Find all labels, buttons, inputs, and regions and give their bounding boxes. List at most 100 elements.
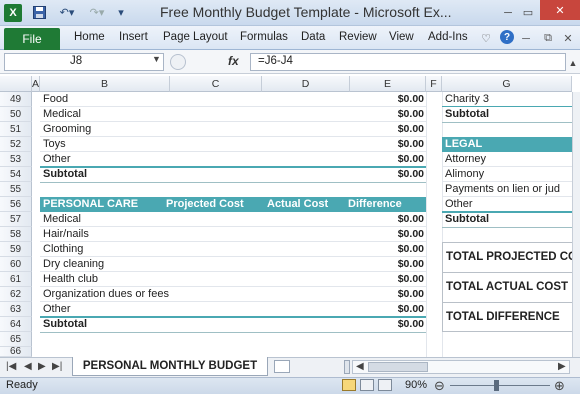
last-sheet-icon[interactable]: ▶| (52, 361, 62, 372)
pets-item-amount[interactable]: $0.00 (352, 92, 424, 107)
next-sheet-icon[interactable]: ▶ (38, 361, 46, 372)
undo-icon[interactable]: ↶▾ (54, 4, 80, 21)
personal-care-item-amount[interactable]: $0.00 (352, 227, 424, 242)
zoom-in-icon[interactable]: ⊕ (554, 378, 565, 394)
customize-qat-icon[interactable]: ▾ (114, 4, 128, 21)
tab-data[interactable]: Data (301, 31, 325, 43)
tab-formulas[interactable]: Formulas (240, 31, 288, 43)
row-header[interactable]: 59 (0, 242, 32, 257)
formula-bar-expand-icon[interactable]: ▲ (566, 54, 580, 71)
first-sheet-icon[interactable]: |◀ (6, 361, 16, 372)
tab-page-layout[interactable]: Page Layout (163, 31, 228, 43)
row-header[interactable]: 54 (0, 167, 32, 182)
minimize-icon[interactable]: ─ (498, 4, 518, 21)
scroll-left-icon[interactable]: ◀ (356, 361, 364, 372)
page-break-view-icon[interactable] (378, 379, 392, 391)
row-header[interactable]: 60 (0, 257, 32, 272)
column-header-e[interactable]: E (350, 76, 426, 92)
column-header-f[interactable]: F (426, 76, 442, 92)
column-header-d[interactable]: D (262, 76, 350, 92)
personal-care-item-amount[interactable]: $0.00 (352, 272, 424, 287)
vertical-scrollbar[interactable] (572, 92, 580, 357)
personal-care-subtotal-amount[interactable]: $0.00 (352, 317, 424, 332)
row-divider (40, 121, 426, 122)
row-header[interactable]: 64 (0, 317, 32, 332)
totals-divider (442, 302, 580, 303)
pets-subtotal-label: Subtotal (43, 168, 87, 180)
tab-add-ins[interactable]: Add-Ins (428, 31, 468, 43)
function-icon[interactable]: fx (228, 54, 239, 68)
pets-subtotal-amount[interactable]: $0.00 (352, 167, 424, 182)
row-divider (40, 286, 426, 287)
personal-care-item-amount[interactable]: $0.00 (352, 212, 424, 227)
normal-view-icon[interactable] (342, 379, 356, 391)
restore-icon[interactable]: ▭ (518, 4, 538, 21)
column-header-a[interactable]: A (32, 76, 40, 92)
pets-item-amount[interactable]: $0.00 (352, 137, 424, 152)
zoom-slider-track[interactable] (450, 385, 550, 386)
row-header[interactable]: 61 (0, 272, 32, 287)
formula-input[interactable] (250, 53, 566, 71)
total-projected-label: TOTAL PROJECTED CO (446, 251, 577, 263)
formula-expand-handle[interactable] (170, 54, 186, 70)
prev-sheet-icon[interactable]: ◀ (24, 361, 32, 372)
pets-item-amount[interactable]: $0.00 (352, 107, 424, 122)
pets-item-amount[interactable]: $0.00 (352, 152, 424, 167)
row-header[interactable]: 51 (0, 122, 32, 137)
close-icon[interactable]: ✕ (540, 0, 580, 20)
help-icon[interactable]: ? (500, 30, 514, 44)
row-header[interactable]: 50 (0, 107, 32, 122)
column-header-g[interactable]: G (442, 76, 572, 92)
tab-home[interactable]: Home (74, 31, 105, 43)
zoom-out-icon[interactable]: ⊖ (434, 378, 445, 394)
row-divider (40, 136, 426, 137)
workbook-minimize-icon[interactable]: ─ (518, 30, 534, 47)
ribbon-collapse-icon[interactable]: ♡ (478, 30, 494, 47)
workbook-close-icon[interactable]: ✕ (560, 30, 576, 47)
page-layout-view-icon[interactable] (360, 379, 374, 391)
personal-care-item-amount[interactable]: $0.00 (352, 257, 424, 272)
personal-care-item-label: Dry cleaning (43, 258, 105, 270)
personal-care-item-amount[interactable]: $0.00 (352, 242, 424, 257)
row-header[interactable]: 56 (0, 197, 32, 212)
row-divider (40, 271, 426, 272)
name-box[interactable] (4, 53, 164, 71)
column-header-b[interactable]: B (40, 76, 170, 92)
personal-care-item-amount[interactable]: $0.00 (352, 302, 424, 317)
personal-care-item-label: Health club (43, 273, 99, 285)
row-header[interactable]: 52 (0, 137, 32, 152)
column-header-c[interactable]: C (170, 76, 262, 92)
save-icon[interactable] (30, 4, 48, 21)
tab-view[interactable]: View (389, 31, 414, 43)
row-header[interactable]: 49 (0, 92, 32, 107)
personal-care-item-amount[interactable]: $0.00 (352, 287, 424, 302)
zoom-slider-thumb[interactable] (494, 380, 499, 391)
row-header[interactable]: 53 (0, 152, 32, 167)
subtotal-rule (442, 211, 580, 213)
tab-split-handle[interactable] (344, 360, 350, 374)
chevron-down-icon[interactable]: ▼ (152, 54, 161, 64)
scroll-thumb[interactable] (368, 362, 428, 372)
pets-item-amount[interactable]: $0.00 (352, 122, 424, 137)
row-header[interactable]: 55 (0, 182, 32, 197)
row-header[interactable]: 57 (0, 212, 32, 227)
excel-app-icon[interactable]: X (4, 4, 22, 22)
zoom-level[interactable]: 90% (405, 379, 427, 391)
file-tab[interactable]: File (4, 28, 60, 50)
workbook-restore-icon[interactable]: ⧉ (540, 30, 556, 47)
select-all-corner[interactable] (0, 76, 32, 92)
row-header[interactable]: 65 (0, 332, 32, 347)
row-header[interactable]: 62 (0, 287, 32, 302)
tab-review[interactable]: Review (339, 31, 377, 43)
scroll-right-icon[interactable]: ▶ (558, 361, 566, 372)
row-header[interactable]: 63 (0, 302, 32, 317)
insert-sheet-icon[interactable] (274, 360, 290, 373)
row-header[interactable]: 66 (0, 346, 32, 357)
redo-icon[interactable]: ↷▾ (84, 4, 110, 21)
legal-header: LEGAL (442, 137, 580, 152)
sheet-tab-personal-monthly-budget[interactable]: PERSONAL MONTHLY BUDGET (72, 357, 268, 376)
legal-subtotal-label: Subtotal (445, 213, 489, 225)
legal-item-label: Alimony (445, 168, 485, 180)
tab-insert[interactable]: Insert (119, 31, 148, 43)
row-header[interactable]: 58 (0, 227, 32, 242)
